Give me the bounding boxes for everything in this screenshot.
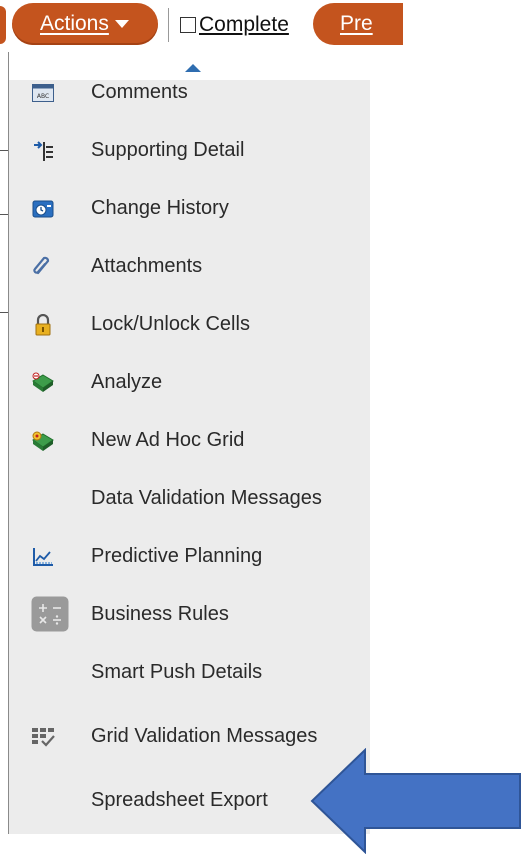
actions-menu-button[interactable]: Actions (12, 3, 158, 45)
menu-item-lock-unlock-cells[interactable]: Lock/Unlock Cells (9, 300, 370, 350)
previous-button-label: Pre (340, 12, 373, 35)
menu-item-comments[interactable]: ABC Comments (9, 68, 370, 118)
caret-down-icon (114, 20, 129, 29)
previous-toolbar-button-edge[interactable] (0, 6, 6, 44)
new-ad-hoc-grid-icon (31, 429, 55, 453)
supporting-detail-icon (31, 139, 55, 163)
comments-icon: ABC (31, 81, 55, 105)
background-divider (0, 150, 8, 151)
menu-item-supporting-detail[interactable]: Supporting Detail (9, 126, 370, 176)
lock-icon (31, 313, 55, 337)
comments-icon-text: ABC (37, 93, 49, 100)
menu-item-analyze[interactable]: Analyze (9, 358, 370, 408)
complete-checkbox[interactable] (180, 17, 196, 33)
menu-item-business-rules[interactable]: Business Rules (9, 590, 370, 640)
change-history-icon (31, 197, 55, 221)
actions-button-label: Actions (40, 12, 109, 35)
menu-item-label: Predictive Planning (91, 545, 263, 567)
complete-checkbox-group[interactable]: Complete (180, 11, 289, 39)
menu-item-new-ad-hoc-grid[interactable]: New Ad Hoc Grid (9, 416, 370, 466)
menu-item-attachments[interactable]: Attachments (9, 242, 370, 292)
menu-item-predictive-planning[interactable]: Predictive Planning (9, 532, 370, 582)
menu-item-label: New Ad Hoc Grid (91, 429, 245, 451)
predictive-planning-icon (31, 545, 55, 569)
menu-item-data-validation-messages[interactable]: Data Validation Messages (9, 474, 370, 524)
menu-item-label: Supporting Detail (91, 139, 245, 161)
complete-label-text: Complete (199, 13, 289, 36)
grid-validation-icon (31, 725, 55, 749)
menu-item-change-history[interactable]: Change History (9, 184, 370, 234)
annotation-arrow (310, 748, 521, 854)
paperclip-icon (31, 255, 55, 279)
menu-item-label: Smart Push Details (91, 661, 263, 683)
menu-item-label: Data Validation Messages (91, 487, 322, 509)
background-divider (0, 214, 8, 215)
menu-item-label: Comments (91, 81, 188, 103)
menu-item-label: Spreadsheet Export (91, 789, 268, 811)
menu-item-label: Lock/Unlock Cells (91, 313, 250, 335)
menu-item-label: Analyze (91, 371, 163, 393)
menu-item-label: Grid Validation Messages (91, 725, 318, 747)
calculator-icon (31, 596, 69, 632)
menu-item-label: Change History (91, 197, 229, 219)
menu-item-label: Attachments (91, 255, 203, 277)
menu-item-label: Business Rules (91, 603, 229, 625)
previous-button[interactable]: Pre (313, 3, 403, 45)
menu-item-smart-push-details[interactable]: Smart Push Details (9, 648, 370, 698)
actions-dropdown-menu: ABC Comments Supporting Detail Change Hi… (8, 52, 370, 834)
complete-label: Complete (199, 13, 289, 37)
toolbar-separator (168, 8, 169, 42)
analyze-icon (31, 371, 55, 395)
toolbar: Actions Complete Pre (0, 0, 522, 52)
background-divider (0, 312, 8, 313)
